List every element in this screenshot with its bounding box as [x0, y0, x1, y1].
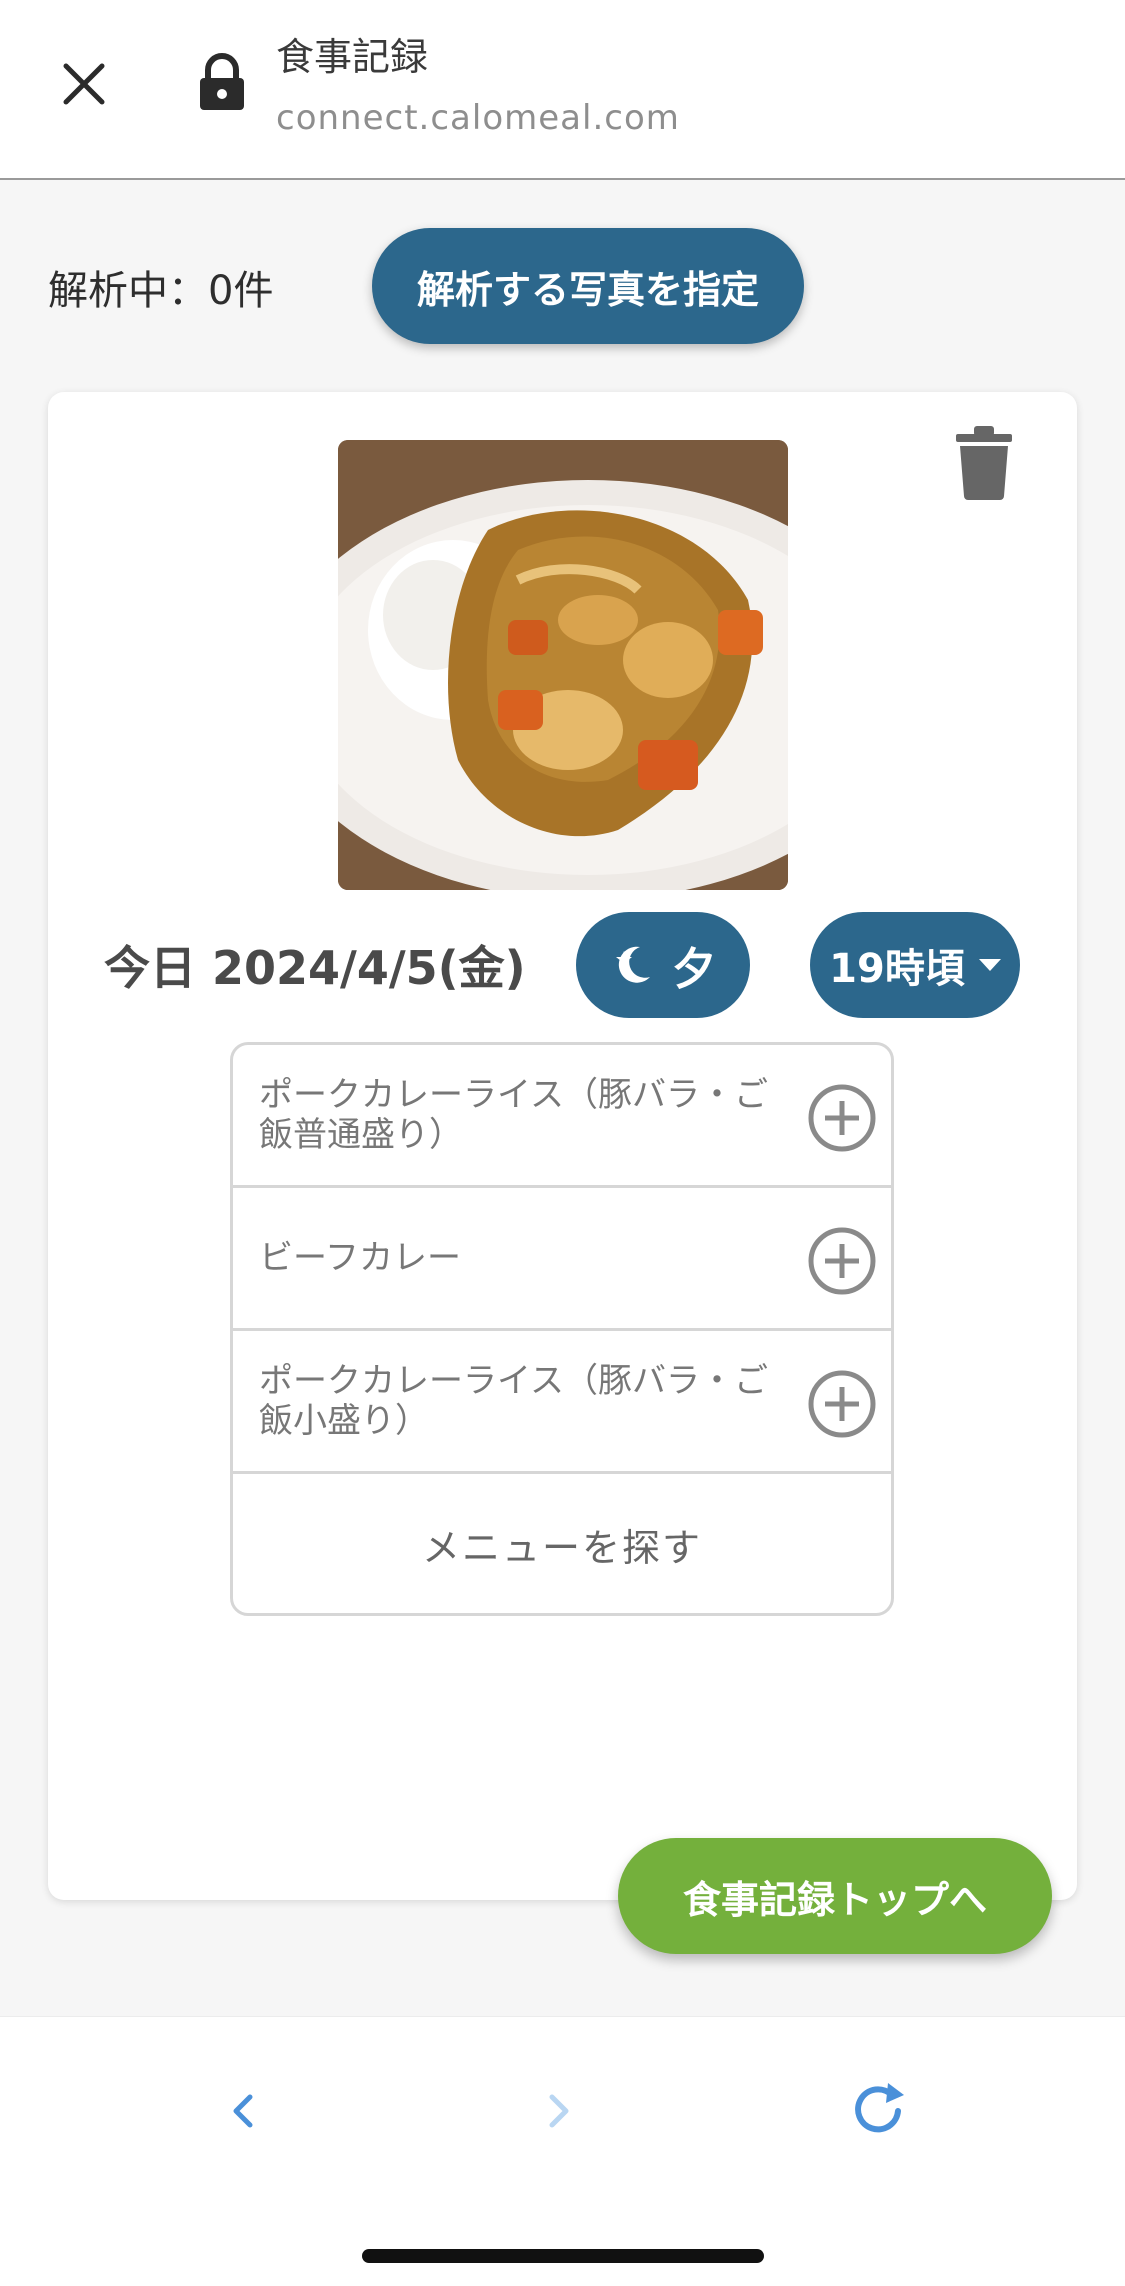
add-circle-icon[interactable]: [807, 1369, 877, 1439]
chevron-down-icon: [978, 959, 1001, 971]
curry-plate-image: [338, 440, 788, 890]
time-select-button[interactable]: 19時頃: [810, 912, 1020, 1018]
add-circle-icon[interactable]: [807, 1083, 877, 1153]
menu-item-label: ポークカレーライス（豚バラ・ご飯小盛り）: [259, 1360, 768, 1441]
search-menu-button[interactable]: メニューを探す: [233, 1474, 891, 1613]
close-icon[interactable]: [56, 56, 112, 112]
time-label: 19時頃: [829, 946, 965, 992]
analysis-status: 解析中：0件: [48, 268, 274, 314]
home-indicator: [362, 2249, 764, 2263]
meal-type-label: 夕: [672, 944, 716, 995]
menu-candidate-list: ポークカレーライス（豚バラ・ご飯普通盛り） ビーフカレー ポークカレーライス（豚…: [230, 1042, 894, 1616]
meal-record-top-button[interactable]: 食事記録トップへ: [618, 1838, 1052, 1954]
page-url: connect.calomeal.com: [276, 98, 680, 138]
meal-type-button[interactable]: 夕: [576, 912, 750, 1018]
meal-card: 今日 2024/4/5(金) 夕 19時頃 ポークカレーライス（豚バラ・ご飯普通…: [48, 392, 1077, 1900]
browser-header: 食事記録 connect.calomeal.com: [0, 0, 1125, 180]
chevron-left-icon[interactable]: [222, 2081, 262, 2141]
list-item[interactable]: ポークカレーライス（豚バラ・ご飯小盛り）: [233, 1331, 891, 1474]
lock-icon: [200, 53, 244, 110]
meal-date: 今日 2024/4/5(金): [104, 941, 526, 995]
add-circle-icon[interactable]: [807, 1226, 877, 1296]
reload-icon[interactable]: [848, 2075, 910, 2141]
browser-nav-bar: [0, 2016, 1125, 2286]
trash-icon[interactable]: [954, 426, 1014, 500]
meal-photo: [338, 440, 788, 890]
list-item[interactable]: ビーフカレー: [233, 1188, 891, 1331]
pick-photo-button[interactable]: 解析する写真を指定: [372, 228, 804, 344]
moon-star-icon: [616, 946, 650, 983]
page-title: 食事記録: [276, 35, 429, 79]
list-item[interactable]: ポークカレーライス（豚バラ・ご飯普通盛り）: [233, 1045, 891, 1188]
menu-item-label: ビーフカレー: [259, 1237, 461, 1278]
menu-item-label: ポークカレーライス（豚バラ・ご飯普通盛り）: [259, 1074, 768, 1155]
chevron-right-icon[interactable]: [540, 2081, 580, 2141]
